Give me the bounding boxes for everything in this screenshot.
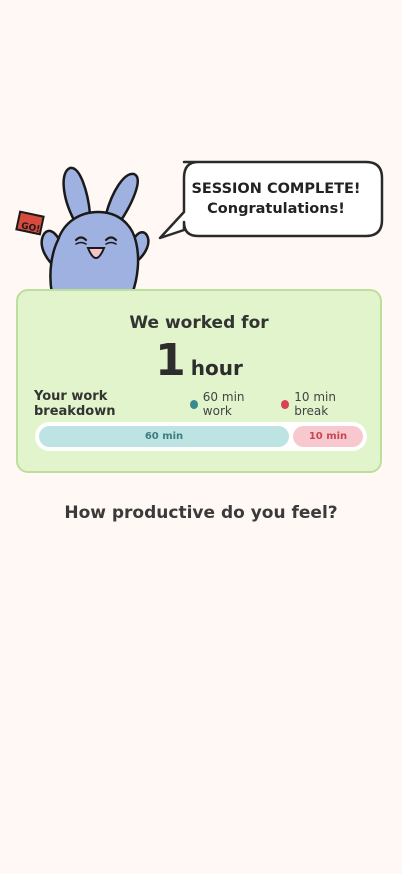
work-segment-label: 60 min (144, 431, 184, 442)
legend-break: 10 min break (281, 390, 366, 418)
legend-work: 60 min work (189, 390, 270, 418)
break-segment-label: 10 min (308, 431, 348, 442)
legend-break-label: 10 min break (294, 390, 336, 418)
duration-unit: hour (190, 356, 243, 380)
break-segment: 10 min (293, 426, 363, 447)
breakdown-row: Your work breakdown 60 min work 10 min b… (34, 389, 366, 419)
speech-bubble: SESSION COMPLETE! Congratulations! (158, 160, 385, 240)
break-dot-icon (281, 399, 290, 409)
duration: 1 hour (18, 335, 380, 387)
productivity-question: How productive do you feel? (64, 503, 338, 523)
go-flag: GO! (15, 210, 45, 236)
legend-work-label: 60 min work (202, 390, 245, 418)
bunny-mascot: GO! (14, 162, 164, 296)
summary-title: We worked for (129, 313, 269, 333)
bubble-title: SESSION COMPLETE! (191, 181, 361, 197)
session-summary-card: We worked for 1 hour Your work breakdown… (16, 289, 382, 473)
work-dot-icon (189, 399, 198, 409)
breakdown-bar: 60 min 10 min (35, 422, 367, 451)
work-segment: 60 min (39, 426, 289, 447)
duration-value: 1 (155, 335, 186, 386)
breakdown-label: Your work breakdown (34, 389, 116, 419)
bubble-subtitle: Congratulations! (207, 201, 345, 217)
